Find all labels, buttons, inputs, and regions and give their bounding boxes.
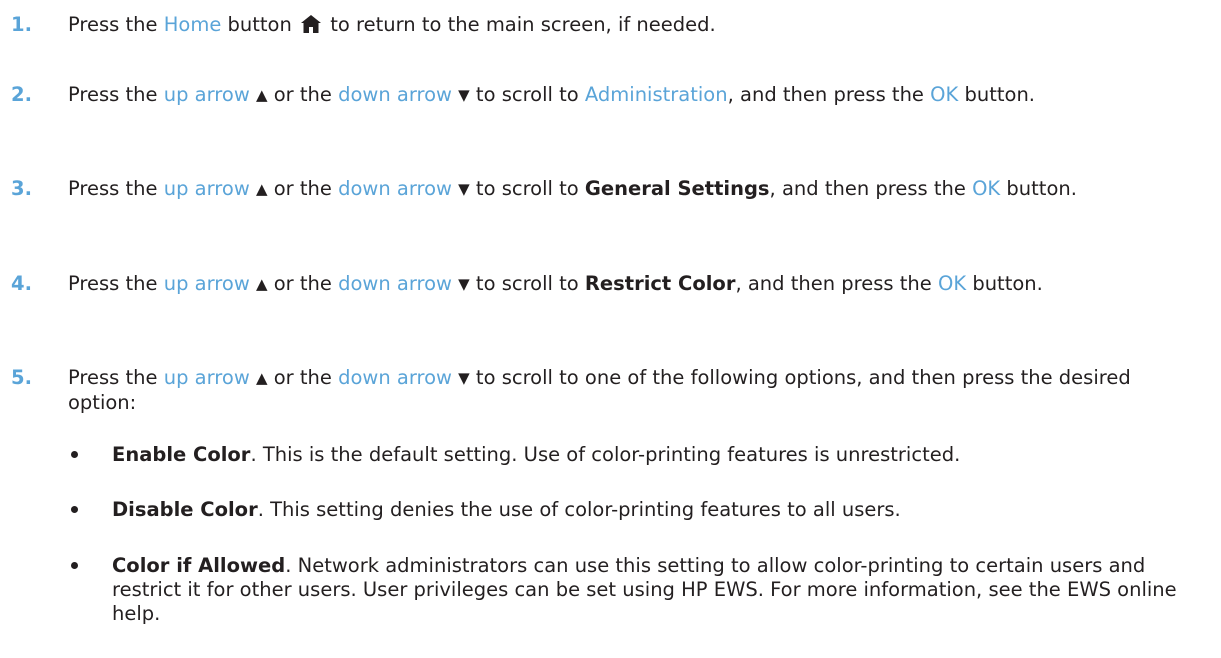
option-description: . This setting denies the use of color-p… <box>257 498 901 521</box>
menu-target: General Settings <box>584 177 770 200</box>
down-arrow-icon: ▼ <box>458 275 470 293</box>
option-text: Enable Color. This is the default settin… <box>112 443 1181 467</box>
up-arrow-icon: ▲ <box>255 180 268 198</box>
text: to scroll to <box>469 272 585 295</box>
step-text: Press the up arrow ▲ or the down arrow ▼… <box>68 83 1181 108</box>
text: Press the <box>68 13 164 36</box>
step-number: 5. <box>11 366 32 389</box>
text: , and then press the <box>735 272 938 295</box>
text: button. <box>958 83 1035 106</box>
text: or the <box>267 177 339 200</box>
step-text: Press the Home button to return to the m… <box>68 13 1181 37</box>
up-arrow-icon: ▲ <box>255 86 268 104</box>
text: button <box>221 13 299 36</box>
up-arrow-label: up arrow <box>163 83 250 106</box>
text: , and then press the <box>769 177 973 200</box>
down-arrow-label: down arrow <box>338 366 452 389</box>
bullet-dot <box>71 451 78 458</box>
up-arrow-label: up arrow <box>163 272 250 295</box>
step-text: Press the up arrow ▲ or the down arrow ▼… <box>68 177 1181 202</box>
text: , and then press the <box>727 83 931 106</box>
text: to return to the main screen, if needed. <box>324 13 716 36</box>
text: to scroll to <box>469 83 585 106</box>
option-name: Color if Allowed <box>112 554 286 577</box>
text: or the <box>267 272 339 295</box>
step-text: Press the up arrow ▲ or the down arrow ▼… <box>68 366 1181 415</box>
option-text: Color if Allowed. Network administrators… <box>112 554 1181 626</box>
down-arrow-label: down arrow <box>338 272 452 295</box>
down-arrow-icon: ▼ <box>458 86 470 104</box>
instruction-page: 1. Press the Home button to return to th… <box>0 0 1221 658</box>
option-description: . This is the default setting. Use of co… <box>250 443 961 466</box>
option-text: Disable Color. This setting denies the u… <box>112 498 1181 522</box>
text: or the <box>267 366 339 389</box>
step-text: Press the up arrow ▲ or the down arrow ▼… <box>68 272 1181 297</box>
text: Press the <box>68 272 164 295</box>
menu-target: Administration <box>584 83 728 106</box>
down-arrow-label: down arrow <box>338 177 452 200</box>
home-icon <box>301 15 322 33</box>
step-number: 4. <box>11 272 32 295</box>
up-arrow-label: up arrow <box>163 366 250 389</box>
ok-button-label: OK <box>937 272 967 295</box>
menu-target: Restrict Color <box>584 272 736 295</box>
bullet-dot <box>71 562 78 569</box>
text: button. <box>1000 177 1077 200</box>
option-name: Disable Color <box>112 498 258 521</box>
up-arrow-label: up arrow <box>163 177 250 200</box>
ok-button-label: OK <box>930 83 959 106</box>
option-name: Enable Color <box>112 443 251 466</box>
text: to scroll to <box>469 177 585 200</box>
down-arrow-icon: ▼ <box>458 180 470 198</box>
step-number: 1. <box>11 13 32 36</box>
text: Press the <box>68 177 164 200</box>
down-arrow-icon: ▼ <box>458 369 470 387</box>
text: Press the <box>68 366 164 389</box>
up-arrow-icon: ▲ <box>255 369 268 387</box>
text: button. <box>966 272 1043 295</box>
text: Press the <box>68 83 164 106</box>
bullet-dot <box>71 506 78 513</box>
step-number: 2. <box>11 83 32 106</box>
up-arrow-icon: ▲ <box>255 275 268 293</box>
down-arrow-label: down arrow <box>338 83 452 106</box>
text: or the <box>267 83 339 106</box>
home-button-label: Home <box>163 13 222 36</box>
step-number: 3. <box>11 177 32 200</box>
ok-button-label: OK <box>972 177 1001 200</box>
